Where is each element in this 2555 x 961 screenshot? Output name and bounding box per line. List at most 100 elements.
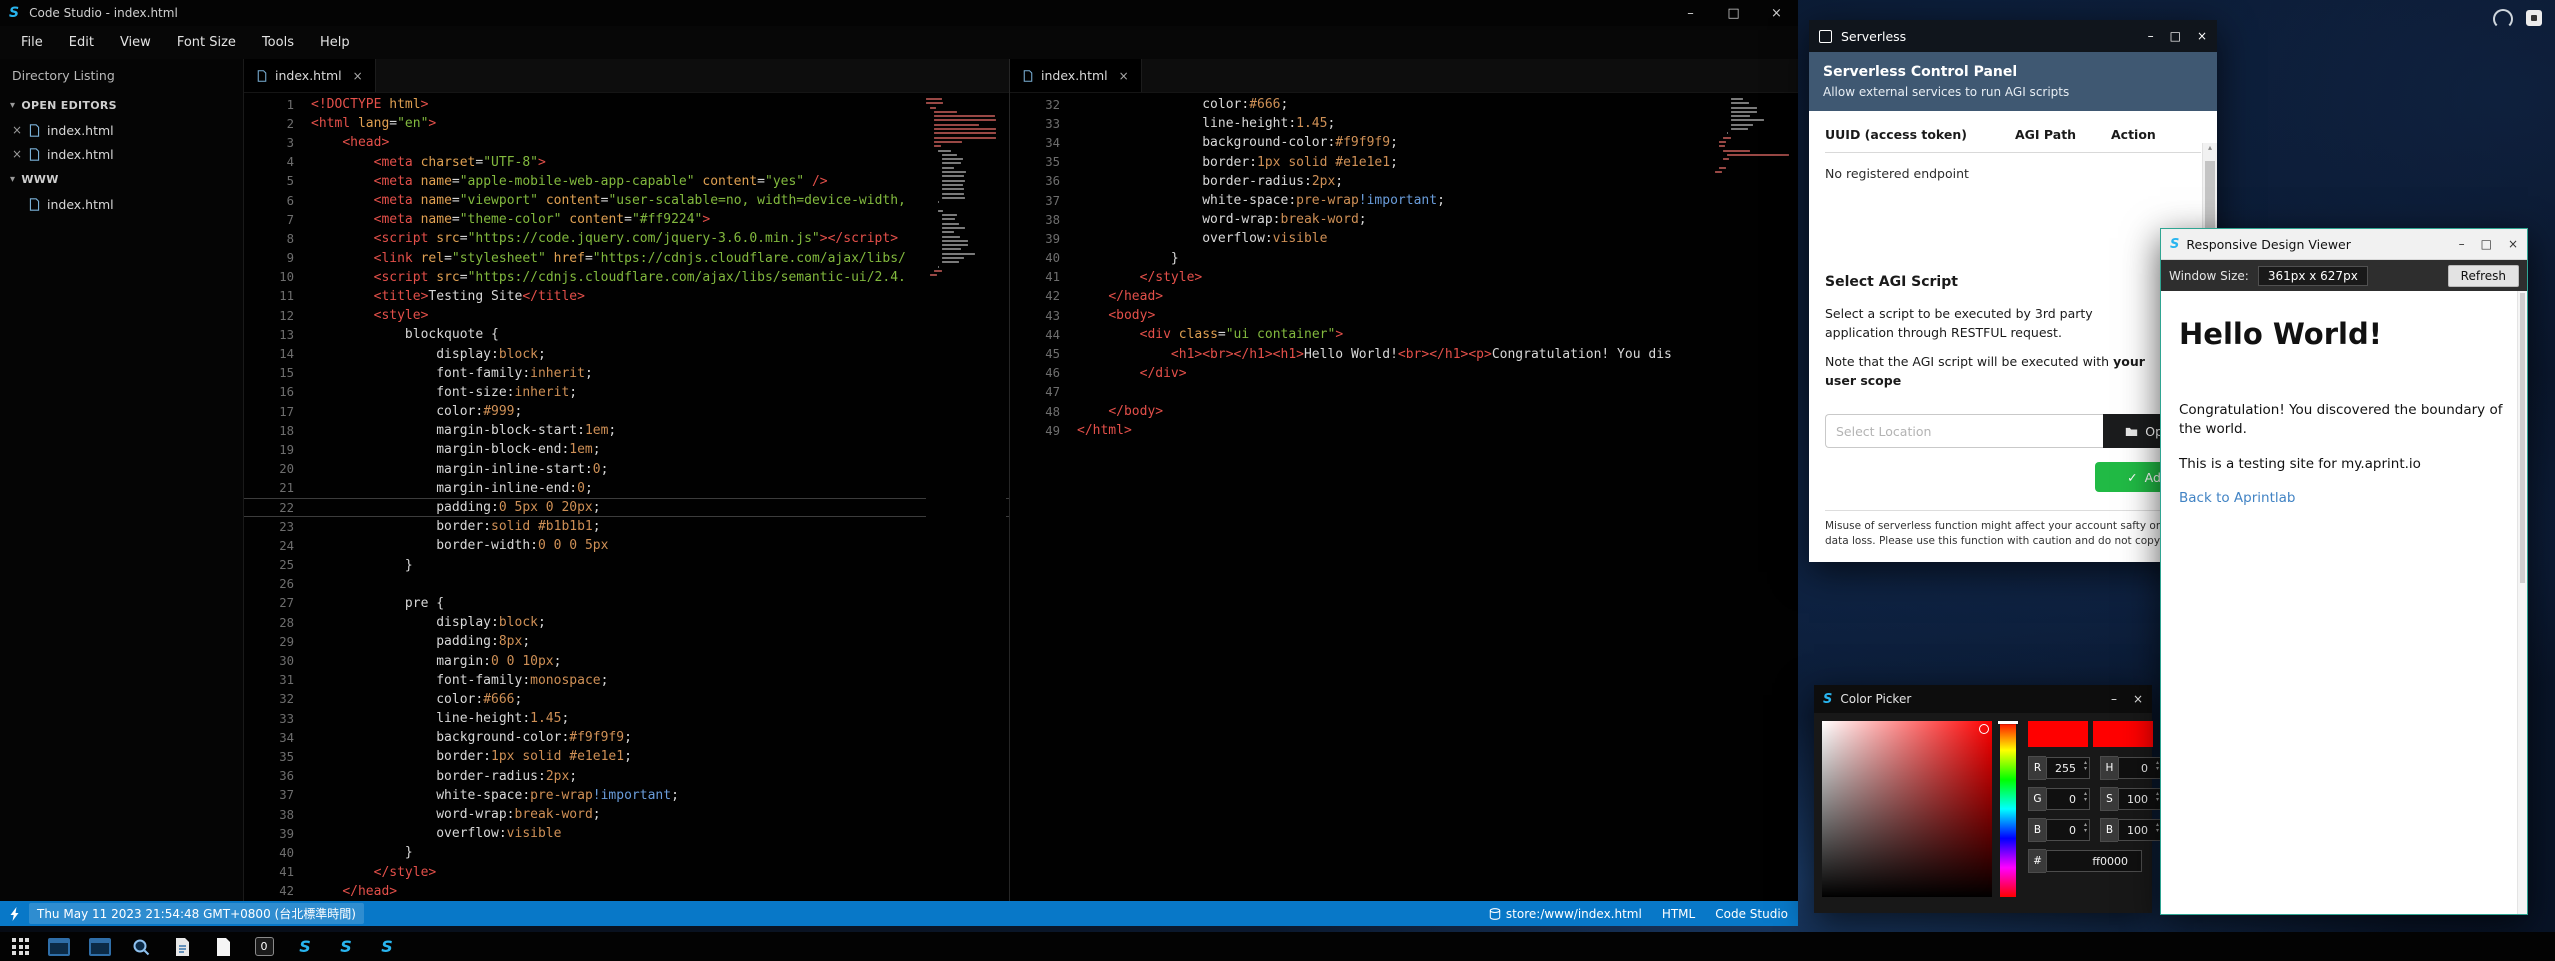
viewer-minimize-button[interactable]: – bbox=[2459, 237, 2465, 251]
code-line[interactable]: 46 </div> bbox=[1010, 364, 1798, 383]
taskbar-window-icon-1[interactable] bbox=[48, 936, 70, 958]
tab-close-icon[interactable]: × bbox=[353, 69, 363, 83]
close-icon[interactable]: × bbox=[12, 123, 22, 137]
taskbar-search-icon[interactable] bbox=[130, 936, 152, 958]
saturation-cursor[interactable] bbox=[1979, 724, 1989, 734]
code-line[interactable]: 49</html> bbox=[1010, 421, 1798, 440]
color-picker-minimize-button[interactable]: – bbox=[2111, 692, 2117, 706]
minimap[interactable] bbox=[926, 96, 1006, 901]
www-section-header[interactable]: ▾ WWW bbox=[0, 166, 243, 192]
code-line[interactable]: 38 word-wrap:break-word; bbox=[1010, 210, 1798, 229]
taskbar-code-studio-icon-1[interactable]: S bbox=[294, 936, 316, 958]
code-line[interactable]: 18 margin-block-start:1em; bbox=[244, 421, 1009, 440]
www-file-item[interactable]: index.html bbox=[0, 192, 243, 216]
scrollbar-thumb[interactable] bbox=[2520, 293, 2525, 583]
stepper-arrows-icon[interactable]: ▴▾ bbox=[2084, 822, 2087, 833]
saturation-value-input[interactable]: 100 ▴▾ bbox=[2118, 788, 2162, 810]
serverless-maximize-button[interactable]: □ bbox=[2170, 29, 2181, 43]
code-line[interactable]: 36 border-radius:2px; bbox=[244, 767, 1009, 786]
page-scrollbar[interactable] bbox=[2517, 291, 2527, 914]
code-line[interactable]: 8 <script src="https://code.jquery.com/j… bbox=[244, 229, 1009, 248]
stepper-arrows-icon[interactable]: ▴▾ bbox=[2156, 791, 2159, 802]
refresh-button[interactable]: Refresh bbox=[2448, 265, 2519, 287]
tab-index-html[interactable]: index.html × bbox=[1010, 59, 1142, 92]
back-to-aprintlab-link[interactable]: Back to Aprintlab bbox=[2179, 490, 2295, 506]
code-line[interactable]: 30 margin:0 0 10px; bbox=[244, 651, 1009, 670]
open-editor-item-1[interactable]: × index.html bbox=[0, 118, 243, 142]
code-line[interactable]: 24 border-width:0 0 0 5px bbox=[244, 536, 1009, 555]
taskbar-code-studio-icon-2[interactable]: S bbox=[335, 936, 357, 958]
window-size-value[interactable]: 361px x 627px bbox=[2258, 266, 2368, 286]
code-line[interactable]: 9 <link rel="stylesheet" href="https://c… bbox=[244, 249, 1009, 268]
code-lines[interactable]: 1<!DOCTYPE html>2<html lang="en">3 <head… bbox=[244, 95, 1009, 901]
color-picker-close-button[interactable]: × bbox=[2133, 692, 2143, 706]
code-line[interactable]: 37 white-space:pre-wrap!important; bbox=[1010, 191, 1798, 210]
minimap[interactable] bbox=[1715, 96, 1795, 901]
code-line[interactable]: 12 <style> bbox=[244, 306, 1009, 325]
menu-help[interactable]: Help bbox=[307, 35, 363, 50]
code-line[interactable]: 38 word-wrap:break-word; bbox=[244, 805, 1009, 824]
code-line[interactable]: 16 font-size:inherit; bbox=[244, 383, 1009, 402]
code-line[interactable]: 48 </body> bbox=[1010, 402, 1798, 421]
stepper-arrows-icon[interactable]: ▴▾ bbox=[2156, 760, 2159, 771]
code-line[interactable]: 40 } bbox=[244, 843, 1009, 862]
red-value-input[interactable]: 255 ▴▾ bbox=[2046, 757, 2090, 779]
scroll-up-icon[interactable]: ▴ bbox=[2208, 143, 2212, 152]
code-line[interactable]: 7 <meta name="theme-color" content="#ff9… bbox=[244, 210, 1009, 229]
code-line[interactable]: 35 border:1px solid #e1e1e1; bbox=[244, 747, 1009, 766]
brightness-value-input[interactable]: 100 ▴▾ bbox=[2118, 819, 2162, 841]
code-line[interactable]: 14 display:block; bbox=[244, 344, 1009, 363]
code-line[interactable]: 4 <meta charset="UTF-8"> bbox=[244, 153, 1009, 172]
code-line[interactable]: 29 padding:8px; bbox=[244, 632, 1009, 651]
serverless-close-button[interactable]: × bbox=[2197, 29, 2207, 43]
taskbar-document-icon-2[interactable] bbox=[212, 936, 234, 958]
code-line[interactable]: 44 <div class="ui container"> bbox=[1010, 325, 1798, 344]
taskbar-document-icon-1[interactable] bbox=[171, 936, 193, 958]
code-line[interactable]: 6 <meta name="viewport" content="user-sc… bbox=[244, 191, 1009, 210]
code-line[interactable]: 20 margin-inline-start:0; bbox=[244, 460, 1009, 479]
code-line[interactable]: 15 font-family:inherit; bbox=[244, 364, 1009, 383]
code-line[interactable]: 33 line-height:1.45; bbox=[244, 709, 1009, 728]
menu-view[interactable]: View bbox=[107, 35, 164, 50]
code-line[interactable]: 39 overflow:visible bbox=[244, 824, 1009, 843]
code-line[interactable]: 47 bbox=[1010, 383, 1798, 402]
code-line[interactable]: 34 background-color:#f9f9f9; bbox=[1010, 133, 1798, 152]
code-line[interactable]: 33 line-height:1.45; bbox=[1010, 114, 1798, 133]
viewer-close-button[interactable]: × bbox=[2508, 237, 2518, 251]
code-line[interactable]: 3 <head> bbox=[244, 133, 1009, 152]
code-line[interactable]: 27 pre { bbox=[244, 594, 1009, 613]
code-line[interactable]: 32 color:#666; bbox=[1010, 95, 1798, 114]
code-lines[interactable]: 32 color:#666;33 line-height:1.45;34 bac… bbox=[1010, 95, 1798, 440]
open-editor-item-2[interactable]: × index.html bbox=[0, 142, 243, 166]
viewer-maximize-button[interactable]: □ bbox=[2481, 237, 2492, 251]
code-line[interactable]: 26 bbox=[244, 575, 1009, 594]
code-line[interactable]: 21 margin-inline-end:0; bbox=[244, 479, 1009, 498]
status-file-path[interactable]: store:/www/index.html bbox=[1489, 907, 1642, 921]
code-line[interactable]: 11 <title>Testing Site</title> bbox=[244, 287, 1009, 306]
code-line[interactable]: 45 <h1><br></h1><h1>Hello World!<br></h1… bbox=[1010, 344, 1798, 363]
stepper-arrows-icon[interactable]: ▴▾ bbox=[2084, 760, 2087, 771]
code-line[interactable]: 23 border:solid #b1b1b1; bbox=[244, 517, 1009, 536]
code-line[interactable]: 42 </head> bbox=[1010, 287, 1798, 306]
code-line[interactable]: 42 </head> bbox=[244, 882, 1009, 901]
code-line[interactable]: 17 color:#999; bbox=[244, 402, 1009, 421]
code-line[interactable]: 34 background-color:#f9f9f9; bbox=[244, 728, 1009, 747]
hue-value-input[interactable]: 0 ▴▾ bbox=[2118, 757, 2162, 779]
desktop-widget-icon[interactable] bbox=[2526, 10, 2542, 26]
code-line[interactable]: 19 margin-block-end:1em; bbox=[244, 440, 1009, 459]
code-line[interactable]: 25 } bbox=[244, 556, 1009, 575]
blue-value-input[interactable]: 0 ▴▾ bbox=[2046, 819, 2090, 841]
code-line[interactable]: 32 color:#666; bbox=[244, 690, 1009, 709]
code-editor-2[interactable]: 32 color:#666;33 line-height:1.45;34 bac… bbox=[1010, 93, 1798, 901]
code-line[interactable]: 41 </style> bbox=[1010, 268, 1798, 287]
code-line[interactable]: 13 blockquote { bbox=[244, 325, 1009, 344]
stepper-arrows-icon[interactable]: ▴▾ bbox=[2156, 822, 2159, 833]
taskbar-code-studio-icon-3[interactable]: S bbox=[376, 936, 398, 958]
code-line[interactable]: 36 border-radius:2px; bbox=[1010, 172, 1798, 191]
open-editors-section-header[interactable]: ▾ OPEN EDITORS bbox=[0, 92, 243, 118]
menu-edit[interactable]: Edit bbox=[56, 35, 107, 50]
menu-tools[interactable]: Tools bbox=[249, 35, 307, 50]
hue-cursor[interactable] bbox=[1998, 721, 2018, 724]
start-button[interactable] bbox=[12, 938, 29, 955]
code-line[interactable]: 2<html lang="en"> bbox=[244, 114, 1009, 133]
